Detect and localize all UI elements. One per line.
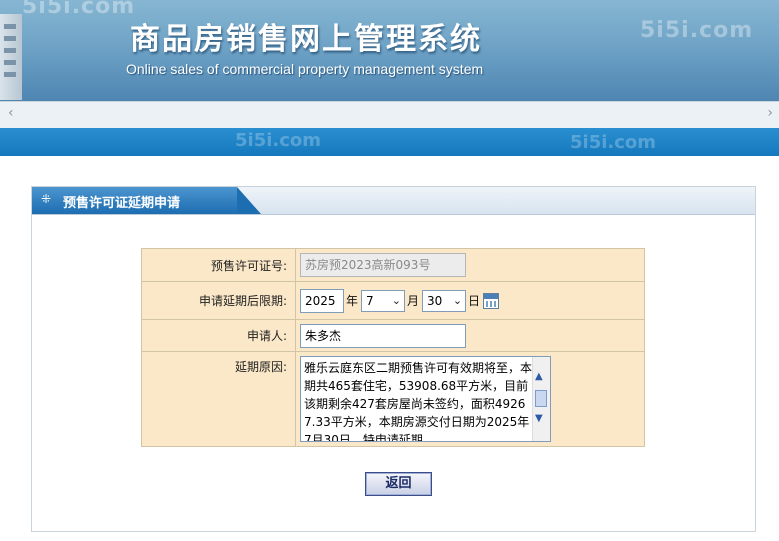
permit-number-label: 预售许可证号: [141,248,296,282]
year-unit: 年 [346,294,359,308]
calendar-icon[interactable] [483,292,500,309]
app-header: 5i5i.com 5i5i.com 商品房销售网上管理系统 Online sal… [0,0,779,101]
chevron-down-icon[interactable]: ▼ [535,413,543,424]
watermark: 5i5i.com [640,18,754,43]
building-illustration [0,14,22,100]
textarea-scrollbar[interactable]: ▲ ▼ [532,357,550,441]
applicant-input[interactable]: 朱多杰 [300,323,466,348]
horizontal-scrollbar[interactable]: ‹ › [0,101,779,129]
year-input[interactable]: 2025 [300,288,344,313]
reason-label: 延期原因: [141,351,296,447]
scrollbar-thumb[interactable] [535,390,547,407]
chevron-up-icon[interactable]: ▲ [535,371,543,382]
deadline-label: 申请延期后限期: [141,281,296,320]
day-select[interactable]: 30 ⌄ [422,289,467,312]
watermark: 5i5i.com [570,132,657,153]
day-unit: 日 [468,294,481,308]
watermark: 5i5i.com [22,0,136,19]
back-button[interactable]: 返回 [365,472,432,496]
chevron-down-icon: ⌄ [391,293,402,307]
chevron-left-icon[interactable]: ‹ [8,105,14,121]
grid-icon: ⁜ [41,192,52,206]
chevron-right-icon[interactable]: › [767,105,773,121]
system-subtitle: Online sales of commercial property mana… [126,61,484,77]
applicant-label: 申请人: [141,319,296,352]
chevron-down-icon: ⌄ [452,293,463,307]
panel-title-tab: ⁜ 预售许可证延期申请 [32,187,261,214]
header-band: 5i5i.com 5i5i.com [0,128,779,156]
extension-form: 预售许可证号: 苏房预2023高新093号 申请延期后限期: 2025 年 7 ⌄ 月 3… [141,248,645,447]
month-value: 7 [366,293,374,308]
month-select[interactable]: 7 ⌄ [361,289,406,312]
month-unit: 月 [407,294,420,308]
reason-textarea[interactable]: 雅乐云庭东区二期预售许可有效期将至，本期共465套住宅，53908.68平方米，… [300,356,551,442]
permit-number-field: 苏房预2023高新093号 [300,253,466,277]
reason-text: 雅乐云庭东区二期预售许可有效期将至，本期共465套住宅，53908.68平方米，… [304,361,533,442]
day-value: 30 [427,293,443,308]
system-title: 商品房销售网上管理系统 [130,22,482,57]
watermark: 5i5i.com [235,130,322,151]
panel-title: 预售许可证延期申请 [63,196,181,211]
